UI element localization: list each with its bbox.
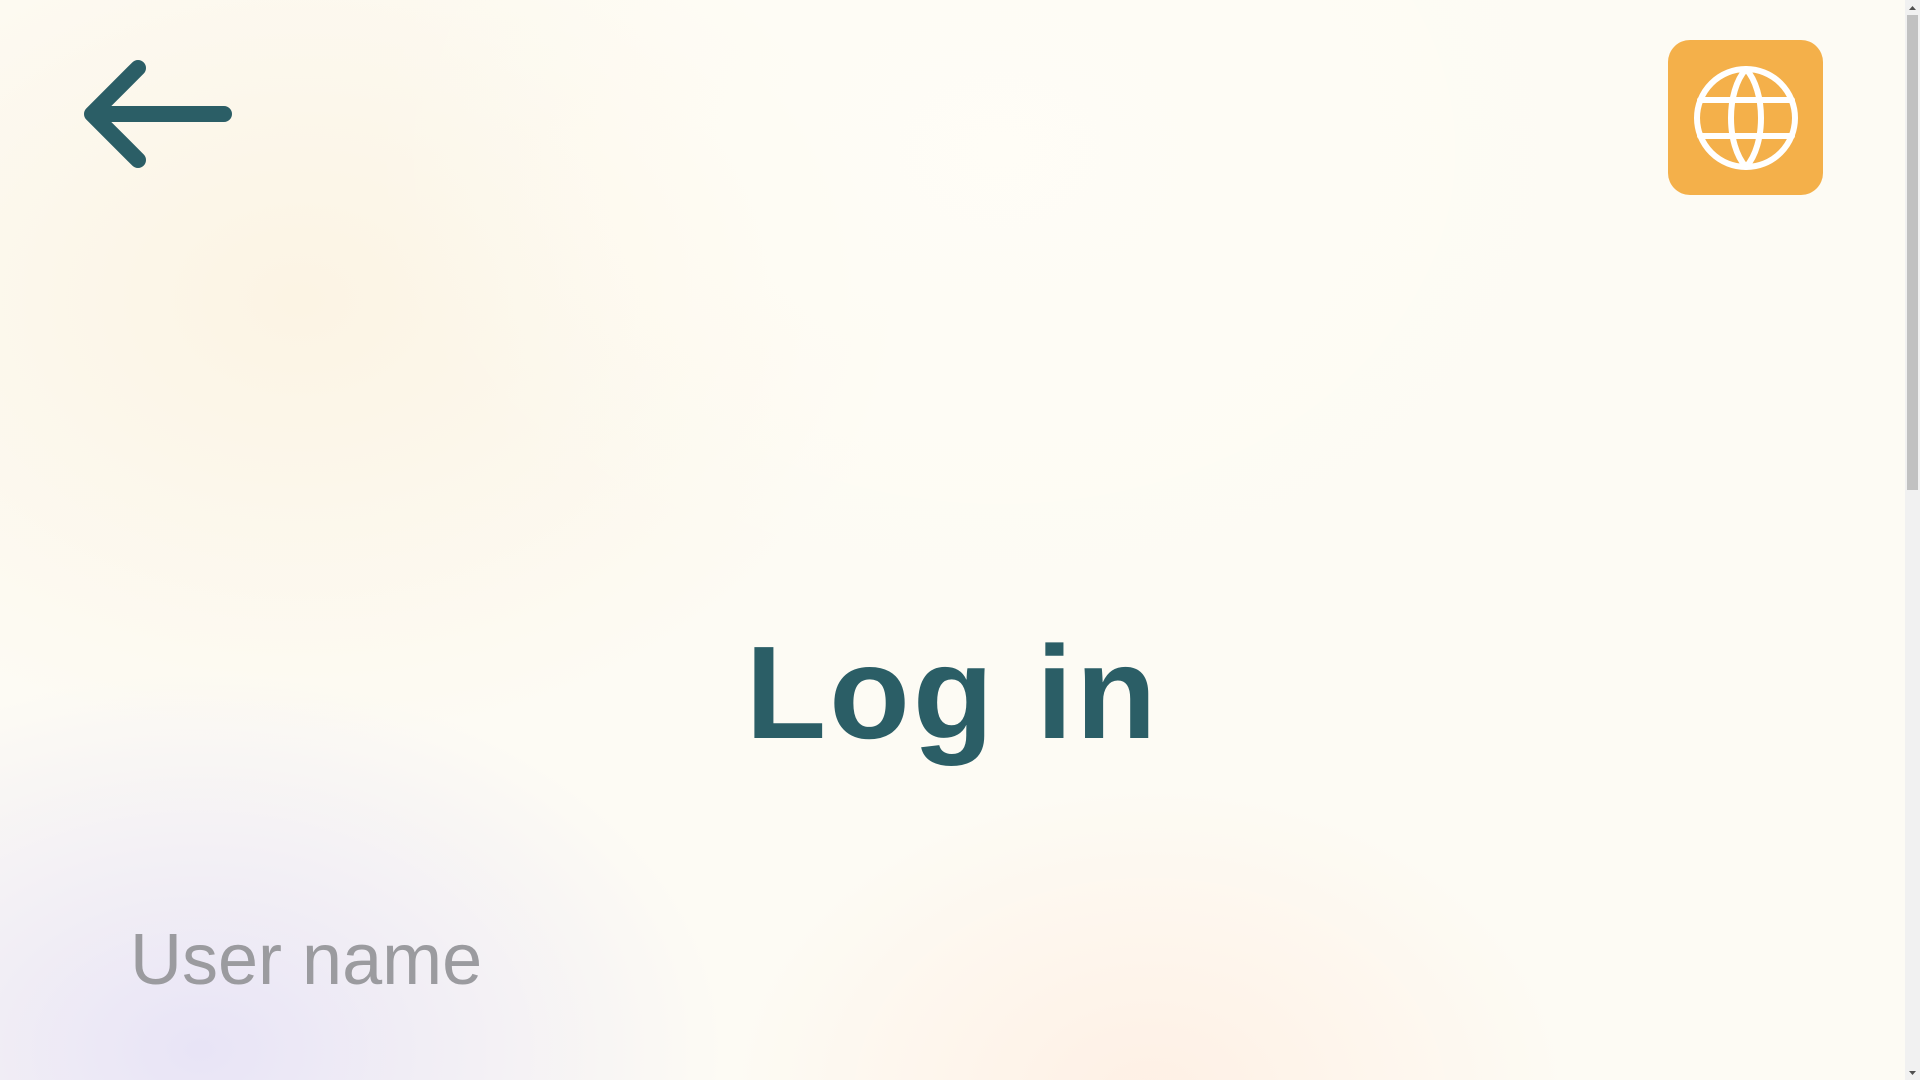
login-screen: Log in <box>0 0 1905 1080</box>
username-input[interactable] <box>130 905 1770 1015</box>
language-button[interactable] <box>1668 40 1823 195</box>
globe-icon <box>1693 65 1798 170</box>
back-button[interactable] <box>82 52 242 176</box>
page-title: Log in <box>745 619 1160 766</box>
scrollbar-thumb[interactable] <box>1907 15 1918 490</box>
vertical-scrollbar[interactable] <box>1905 0 1920 1080</box>
scroll-up-arrow-icon[interactable] <box>1905 0 1920 15</box>
arrow-left-icon <box>84 60 232 168</box>
scroll-down-arrow-icon[interactable] <box>1905 1065 1920 1080</box>
